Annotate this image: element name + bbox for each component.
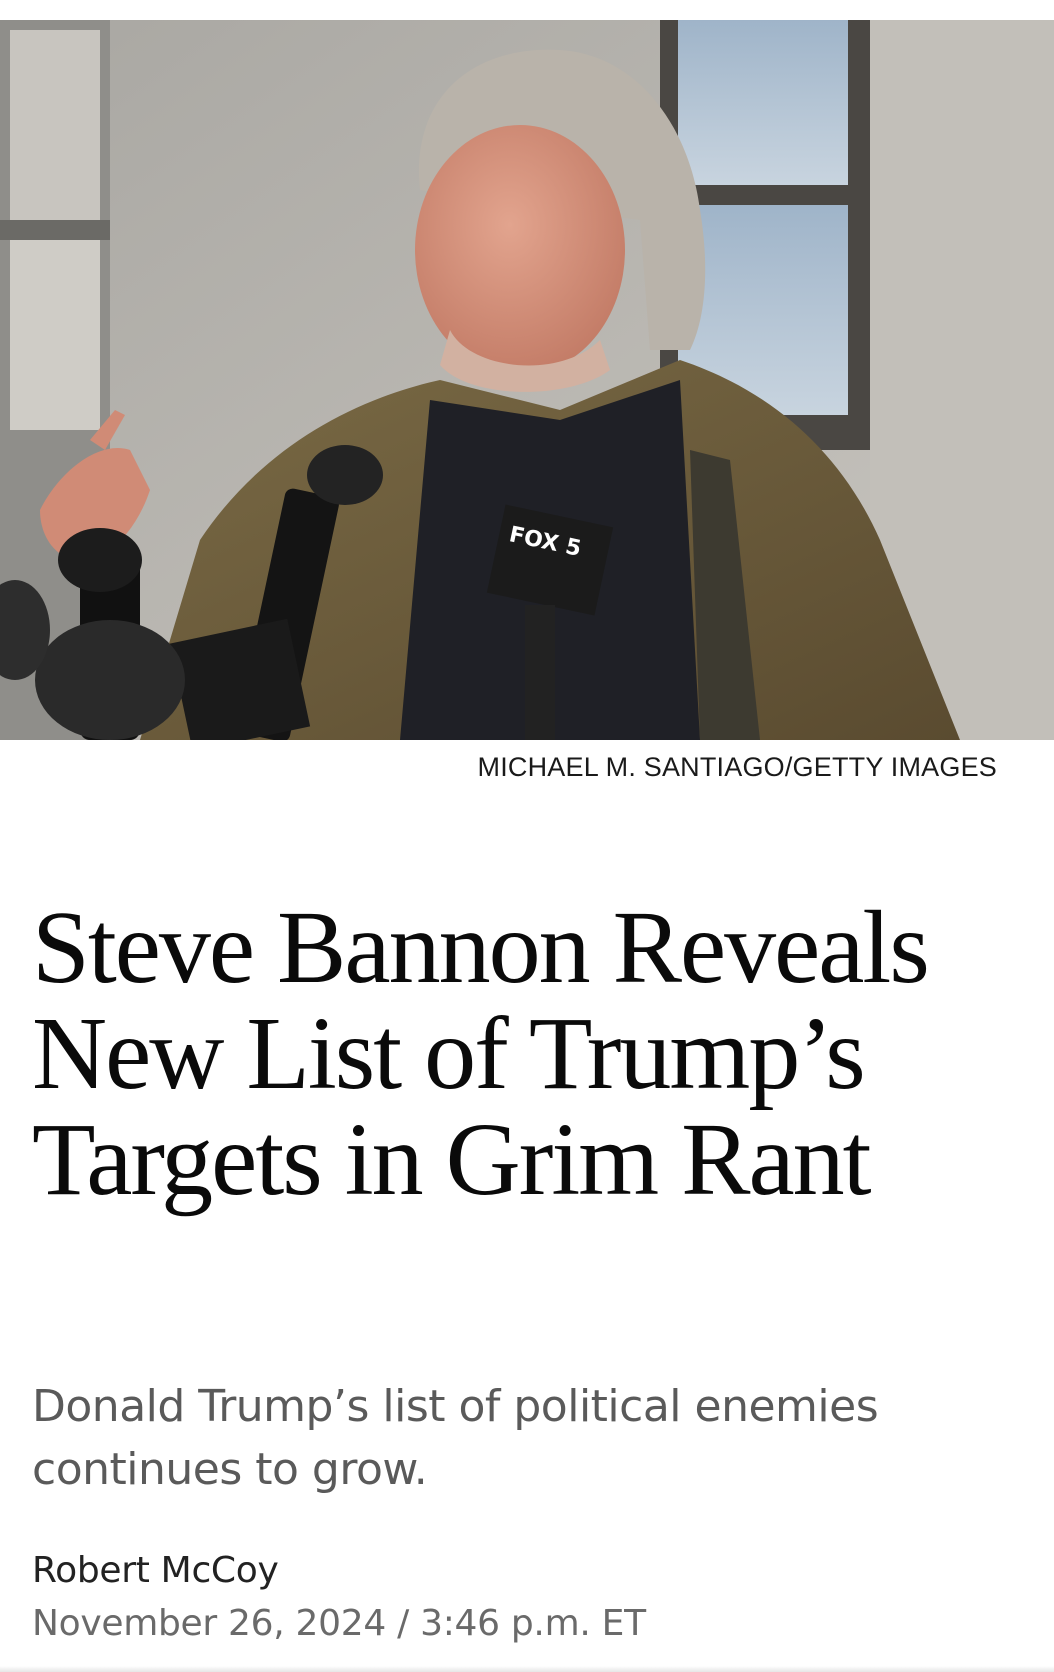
publish-time: 3:46 p.m. ET: [420, 1603, 646, 1644]
photo-credit: MICHAEL M. SANTIAGO/GETTY IMAGES: [477, 752, 997, 782]
hero-illustration: FOX 5: [0, 20, 1054, 740]
article-dek: Donald Trump’s list of political enemies…: [32, 1381, 879, 1495]
date-separator: /: [397, 1603, 409, 1644]
publish-dateline: November 26, 2024 / 3:46 p.m. ET: [32, 1601, 646, 1647]
bottom-edge: [0, 1666, 1054, 1672]
top-strip: [0, 0, 1054, 20]
author-link[interactable]: Robert McCoy: [32, 1548, 279, 1594]
article-headline: Steve Bannon Reveals New List of Trump’s…: [32, 890, 930, 1217]
publish-date: November 26, 2024: [32, 1603, 386, 1644]
hero-photo[interactable]: FOX 5: [0, 20, 1054, 740]
